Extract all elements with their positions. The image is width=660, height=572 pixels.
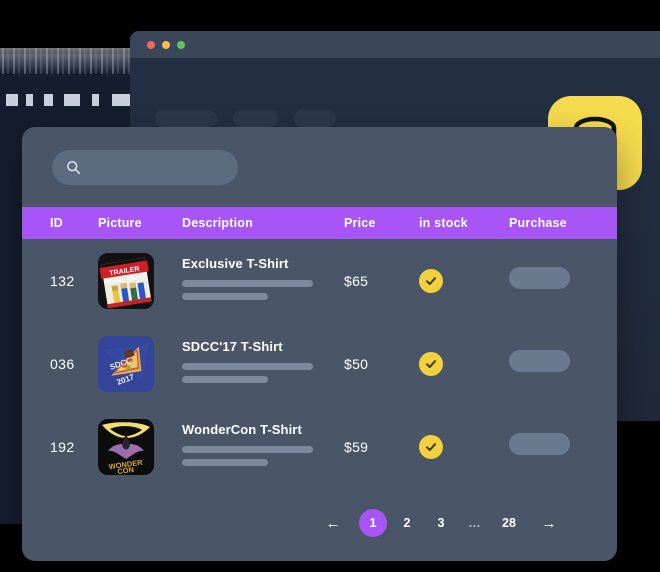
cell-id: 036 (50, 355, 75, 372)
cell-price: $65 (344, 272, 369, 289)
cell-description: SDCC'17 T-Shirt (182, 339, 344, 389)
pagination-page-1[interactable]: 1 (359, 509, 387, 537)
cell-id: 192 (50, 438, 75, 455)
description-placeholder-line-2 (182, 375, 268, 383)
cell-price: $50 (344, 355, 369, 372)
column-header-id[interactable]: ID (22, 216, 98, 230)
pagination-page-28[interactable]: 28 (495, 509, 523, 537)
product-thumbnail: WONDER CON (98, 418, 154, 475)
maximize-traffic-light-icon[interactable] (177, 40, 185, 49)
cell-description: WonderCon T-Shirt (182, 422, 344, 472)
description-placeholder-line-1 (182, 362, 313, 370)
table-header-row: ID Picture Description Price in stock Pu… (22, 207, 617, 239)
product-title: WonderCon T-Shirt (182, 421, 302, 437)
column-header-purchase[interactable]: Purchase (509, 216, 609, 230)
product-table-card: ID Picture Description Price in stock Pu… (22, 127, 617, 561)
cell-purchase (509, 433, 609, 460)
column-header-picture[interactable]: Picture (98, 216, 182, 230)
pagination-page-2[interactable]: 2 (393, 509, 421, 537)
cell-purchase (509, 267, 609, 294)
close-traffic-light-icon[interactable] (147, 40, 155, 49)
description-placeholder-line-2 (182, 292, 268, 300)
cell-purchase (509, 350, 609, 377)
check-glyph-icon (426, 442, 436, 451)
product-title: Exclusive T-Shirt (182, 255, 289, 271)
check-circle-icon (419, 434, 443, 459)
ghost-tab-1[interactable] (155, 110, 217, 127)
pagination-prev-button[interactable]: ← (319, 509, 347, 537)
cell-id: 132 (50, 272, 75, 289)
check-circle-icon (419, 268, 443, 293)
search-icon (67, 160, 81, 174)
description-placeholder-line-1 (182, 279, 313, 287)
check-glyph-icon (426, 359, 436, 368)
svg-text:CON: CON (117, 464, 135, 474)
table-row[interactable]: 036 SDCC 2017 SDCC'17 T-Shirt $50 (22, 322, 617, 405)
product-thumbnail: SDCC 2017 (98, 335, 154, 392)
search-input[interactable] (90, 160, 215, 174)
minimize-traffic-light-icon[interactable] (162, 40, 170, 49)
product-title: SDCC'17 T-Shirt (182, 338, 283, 354)
cell-picture: TRAILER PARK BOYS (98, 252, 182, 309)
check-circle-icon (419, 351, 443, 376)
ghost-tab-3[interactable] (294, 110, 336, 127)
card-toolbar (22, 127, 617, 207)
purchase-button[interactable] (509, 350, 570, 372)
cell-picture: WONDER CON (98, 418, 182, 475)
pagination-ellipsis: … (468, 516, 482, 530)
search-box[interactable] (52, 149, 238, 185)
ghost-tab-2[interactable] (233, 110, 278, 127)
pagination-next-button[interactable]: → (535, 509, 563, 537)
product-thumbnail: TRAILER PARK BOYS (98, 252, 154, 309)
cell-in-stock (419, 351, 509, 376)
background-ghost-tabs (155, 110, 336, 127)
purchase-button[interactable] (509, 267, 570, 289)
table-row[interactable]: 132 TRAILER PARK BOYS Exclusive T-Shirt … (22, 239, 617, 322)
column-header-price[interactable]: Price (344, 216, 419, 230)
cell-in-stock (419, 434, 509, 459)
background-window-titlebar (130, 31, 660, 58)
pagination: ← 1 2 3 … 28 → (22, 488, 617, 558)
column-header-in-stock[interactable]: in stock (419, 216, 509, 230)
description-placeholder-line-2 (182, 458, 268, 466)
column-header-description[interactable]: Description (182, 216, 344, 230)
screenshot-stage: ID Picture Description Price in stock Pu… (0, 0, 660, 572)
cell-price: $59 (344, 438, 369, 455)
description-placeholder-line-1 (182, 445, 313, 453)
purchase-button[interactable] (509, 433, 570, 455)
cell-in-stock (419, 268, 509, 293)
cell-description: Exclusive T-Shirt (182, 256, 344, 306)
sdcc-2017-shirt-icon: SDCC 2017 (98, 335, 154, 392)
table-row[interactable]: 192 WONDER CON WonderCon T-Shirt $59 (22, 405, 617, 488)
wondercon-batman-shirt-icon: WONDER CON (98, 418, 154, 475)
trailer-park-boys-shirt-icon: TRAILER PARK BOYS (98, 252, 154, 309)
check-glyph-icon (426, 276, 436, 285)
cell-picture: SDCC 2017 (98, 335, 182, 392)
pagination-page-3[interactable]: 3 (427, 509, 455, 537)
